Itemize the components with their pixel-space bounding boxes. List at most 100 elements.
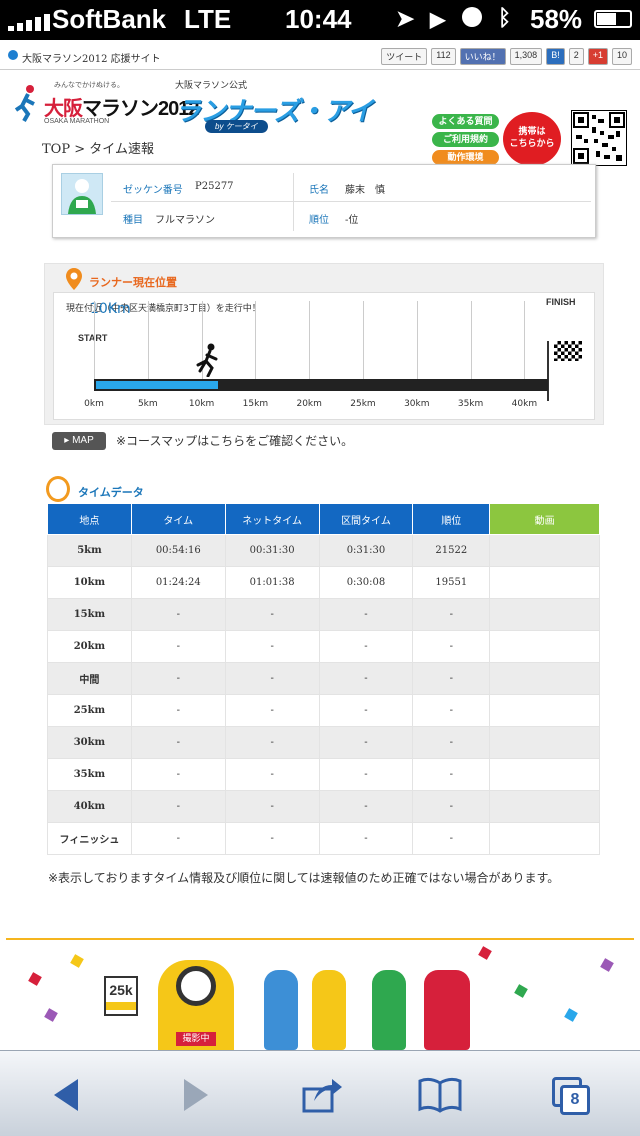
km-tick-line [470,301,472,381]
clock-label: 10:44 [285,4,352,34]
osaka-logo-sub: OSAKA MARATHON [44,118,110,125]
km-tick-line [147,301,149,381]
bluetooth-icon: ᛒ [498,5,512,30]
runners-eye-logo[interactable]: 大阪マラソン公式 ランナーズ・アイ by ケータイ [175,78,373,133]
table-cell: 01:24:24 [130,566,226,599]
current-location: 現在 10Km 付近（中央区天満橋京町3丁目）を走行中！ [66,301,261,317]
table-cell: - [130,694,226,727]
km-tick-line [255,301,257,381]
site-header-bar: 大阪マラソン2012 応援サイト ツイート 112 いいね！ 1,308 B! … [0,40,640,70]
terms-link[interactable]: ご利用規約 [432,132,499,147]
table-cell: - [130,790,226,823]
table-cell: - [224,790,320,823]
gplus-button[interactable]: +1 [587,48,608,65]
signal-icon [8,14,50,31]
breadcrumb[interactable]: TOP > タイム速報 [42,138,154,157]
table-cell [489,630,600,663]
location-pin-icon [66,268,82,290]
rank-value: -位 [345,215,359,226]
environment-link[interactable]: 動作環境 [432,150,499,165]
table-row: フィニッシュ - - - - [47,822,600,855]
table-cell: 0:31:30 [318,534,414,567]
mobile-link[interactable]: 携帯は こちらから [503,112,561,166]
table-cell: - [318,822,414,855]
start-label: START [78,333,108,343]
battery-icon [594,10,632,28]
runner-character [372,970,406,1050]
checkpoint-cell: 30km [47,726,132,759]
table-header-row: 地点 タイム ネットタイム 区間タイム 順位 動画 [47,503,600,535]
forward-icon[interactable] [172,1075,216,1115]
runner-character [312,970,346,1050]
back-icon[interactable] [46,1075,90,1115]
table-cell: - [224,662,320,695]
km-label: 15km [242,399,269,409]
checkpoint-cell: 25km [47,694,132,727]
hatena-button[interactable]: B! [546,48,565,65]
event-value: フルマラソン [155,215,215,226]
hatena-count: 2 [568,48,584,65]
km-label: 30km [404,399,430,409]
name-label: 氏名 [309,185,329,196]
social-buttons: ツイート 112 いいね！ 1,308 B! 2 +1 10 [381,48,632,65]
table-header-cell: 順位 [412,503,491,535]
table-row: 20km - - - - [47,630,600,663]
stopwatch-icon [46,476,70,502]
site-title[interactable]: 大阪マラソン2012 応援サイト [22,50,161,65]
checkpoint-cell: 40km [47,790,132,823]
finish-flag-icon [554,341,582,361]
position-title: ランナー現在位置 [89,277,177,289]
table-header-cell: ネットタイム [224,503,320,535]
km-label: 5km [137,399,158,409]
runner-avatar-icon [68,179,96,214]
table-cell: - [130,598,226,631]
table-cell: - [412,694,491,727]
finish-pole [547,341,549,401]
table-header-cell: 動画 [489,503,600,535]
time-data-title: タイムデータ [78,487,144,499]
tweet-button[interactable]: ツイート [381,48,428,65]
checkpoint-cell: 5km [47,534,132,567]
checkpoint-cell: 35km [47,758,132,791]
finish-label: FINISH [546,297,576,307]
bookmarks-icon[interactable] [418,1075,462,1115]
km-label: 25km [350,399,376,409]
bib-label: ゼッケン番号 [123,185,183,196]
camera-mascot: 撮影中 [158,960,234,1050]
like-count: 1,308 [509,48,543,65]
table-cell: - [318,758,414,791]
table-cell [489,790,600,823]
carrier-label: SoftBank [52,4,167,34]
map-button[interactable]: ▸ MAP [52,432,106,450]
rx-name: ランナーズ・アイ [175,96,373,126]
faq-link[interactable]: よくある質問 [432,114,499,129]
tweet-count: 112 [431,48,456,65]
tabs-button[interactable]: 8 [548,1075,592,1115]
table-cell: - [412,822,491,855]
km-label: 35km [457,399,484,409]
table-row: 5km 00:54:16 00:31:30 0:31:30 21522 [47,534,600,567]
table-row: 中間 - - - - [47,662,600,695]
table-body: 5km 00:54:16 00:31:30 0:31:30 21522 10km 01:24… [47,534,600,855]
km-tick-line [524,301,526,381]
confetti [514,984,528,998]
rx-by: by ケータイ [205,120,268,133]
table-cell [489,726,600,759]
km-tick-line [362,301,364,381]
share-icon[interactable] [300,1075,344,1115]
table-cell: 0:30:08 [318,566,414,599]
table-cell: - [318,630,414,663]
table-cell [489,534,600,567]
table-cell: - [412,790,491,823]
table-cell [489,566,600,599]
table-cell [489,662,600,695]
table-row: 40km - - - - [47,790,600,823]
table-row: 15km - - - - [47,598,600,631]
promo-banner[interactable]: 25k 撮影中 [6,938,634,1050]
like-button[interactable]: いいね！ [459,48,506,65]
web-content: 大阪マラソン2012 応援サイト ツイート 112 いいね！ 1,308 B! … [0,40,640,1050]
table-cell [489,694,600,727]
table-cell [489,598,600,631]
table-cell: - [412,758,491,791]
confetti [478,946,492,960]
